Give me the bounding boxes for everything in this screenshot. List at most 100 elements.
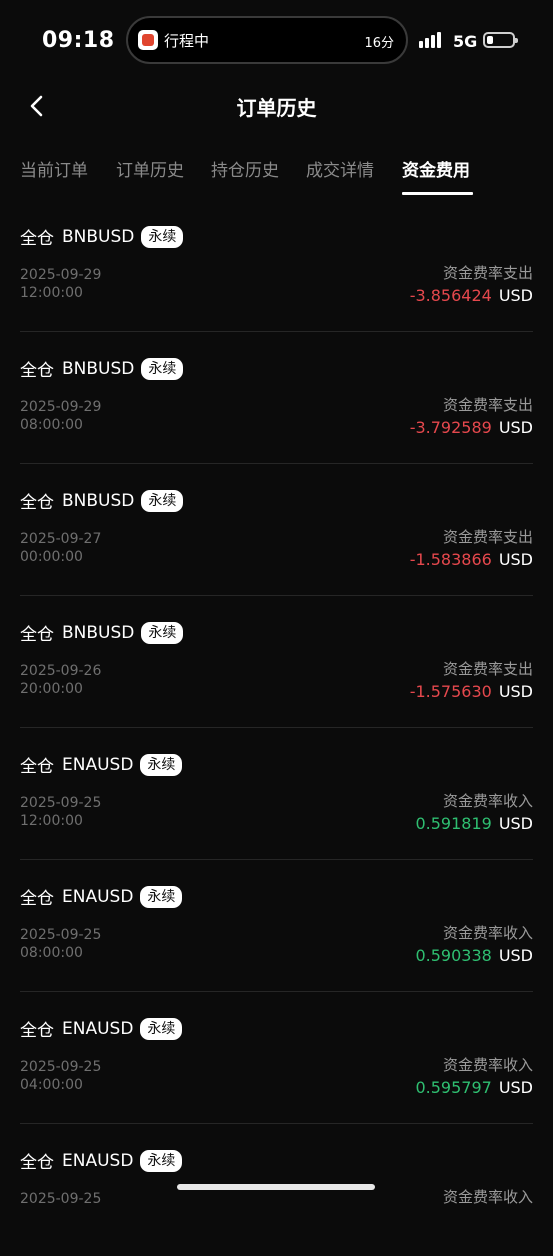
record-datetime: 2025-09-25	[20, 1190, 101, 1208]
list-item[interactable]: 全仓 ENAUSD 永续 2025-09-25 资金费率收入	[0, 1124, 553, 1256]
fee-amount-row: 0.590338 USD	[415, 946, 533, 965]
list-item[interactable]: 全仓 BNBUSD 永续 2025-09-27 00:00:00 资金费率支出 …	[0, 464, 553, 596]
tab-funding-fees[interactable]: 资金费用	[402, 156, 470, 181]
tab-bar: 当前订单 订单历史 持仓历史 成交详情 资金费用	[20, 156, 540, 196]
fee-unit: USD	[498, 1078, 533, 1097]
record-time: 04:00:00	[20, 1077, 83, 1093]
record-time: 20:00:00	[20, 681, 83, 697]
perpetual-badge: 永续	[141, 621, 184, 644]
fee-amount: 0.595797	[415, 1078, 492, 1097]
record-datetime: 2025-09-27 00:00:00	[20, 530, 101, 566]
margin-mode: 全仓	[20, 361, 54, 381]
perpetual-badge: 永续	[140, 885, 183, 908]
network-type: 5G	[453, 32, 478, 51]
live-activity-duration: 16分	[364, 36, 394, 51]
margin-mode: 全仓	[20, 625, 54, 645]
fee-type: 资金费率支出	[442, 528, 533, 546]
fee-unit: USD	[498, 286, 533, 305]
list-item[interactable]: 全仓 ENAUSD 永续 2025-09-25 12:00:00 资金费率收入 …	[0, 728, 553, 860]
fee-type: 资金费率收入	[442, 1056, 533, 1074]
record-date: 2025-09-25	[20, 1191, 102, 1207]
record-time: 00:00:00	[20, 549, 83, 565]
record-datetime: 2025-09-25 08:00:00	[20, 926, 101, 962]
status-time: 09:18	[42, 28, 115, 53]
list-item[interactable]: 全仓 ENAUSD 永续 2025-09-25 08:00:00 资金费率收入 …	[0, 860, 553, 992]
fee-unit: USD	[498, 946, 533, 965]
trip-app-icon	[138, 30, 158, 50]
contract-symbol: ENAUSD	[62, 886, 134, 907]
fee-type: 资金费率支出	[442, 396, 533, 414]
margin-mode: 全仓	[20, 493, 54, 513]
battery-icon	[483, 32, 518, 48]
list-item[interactable]: 全仓 BNBUSD 永续 2025-09-26 20:00:00 资金费率支出 …	[0, 596, 553, 728]
fee-amount: -3.856424	[409, 286, 492, 305]
fee-amount-row: 0.591819 USD	[415, 814, 533, 833]
record-date: 2025-09-27	[20, 531, 102, 547]
contract-symbol: ENAUSD	[62, 1150, 134, 1171]
perpetual-badge: 永续	[141, 357, 184, 380]
record-date: 2025-09-25	[20, 795, 102, 811]
list-item[interactable]: 全仓 BNBUSD 永续 2025-09-29 08:00:00 资金费率支出 …	[0, 332, 553, 464]
live-activity-label: 行程中	[164, 32, 210, 50]
perpetual-badge: 永续	[141, 489, 184, 512]
record-date: 2025-09-29	[20, 399, 102, 415]
contract-symbol: BNBUSD	[62, 490, 135, 511]
tab-current-orders[interactable]: 当前订单	[20, 156, 88, 181]
record-time: 12:00:00	[20, 813, 83, 829]
margin-mode: 全仓	[20, 889, 54, 909]
list-item[interactable]: 全仓 ENAUSD 永续 2025-09-25 04:00:00 资金费率收入 …	[0, 992, 553, 1124]
fee-unit: USD	[498, 418, 533, 437]
fee-amount: -1.575630	[409, 682, 492, 701]
fee-amount-row: -1.575630 USD	[410, 682, 533, 701]
active-tab-indicator	[402, 192, 473, 195]
status-bar: 09:18 行程中 16分 5G	[0, 0, 553, 80]
record-datetime: 2025-09-29 08:00:00	[20, 398, 101, 434]
fee-type: 资金费率收入	[442, 924, 533, 942]
home-indicator[interactable]	[177, 1184, 375, 1190]
record-datetime: 2025-09-25 04:00:00	[20, 1058, 101, 1094]
contract-symbol: BNBUSD	[62, 622, 135, 643]
record-datetime: 2025-09-25 12:00:00	[20, 794, 101, 830]
fee-amount: 0.591819	[415, 814, 492, 833]
record-date: 2025-09-29	[20, 267, 102, 283]
contract-symbol: ENAUSD	[62, 1018, 134, 1039]
fee-unit: USD	[498, 682, 533, 701]
record-time: 08:00:00	[20, 945, 83, 961]
fee-amount-row: -3.792589 USD	[410, 418, 533, 437]
page-title: 订单历史	[236, 96, 317, 120]
list-item[interactable]: 全仓 BNBUSD 永续 2025-09-29 12:00:00 资金费率支出 …	[0, 200, 553, 332]
record-date: 2025-09-25	[20, 1059, 102, 1075]
perpetual-badge: 永续	[140, 1017, 183, 1040]
record-time: 12:00:00	[20, 285, 83, 301]
fee-amount-row: 0.595797 USD	[415, 1078, 533, 1097]
live-activity-pill[interactable]: 行程中 16分	[126, 16, 408, 64]
margin-mode: 全仓	[20, 757, 54, 777]
tab-order-history[interactable]: 订单历史	[116, 156, 184, 181]
contract-symbol: ENAUSD	[62, 754, 134, 775]
fee-unit: USD	[498, 814, 533, 833]
tab-trade-details[interactable]: 成交详情	[306, 156, 374, 181]
perpetual-badge: 永续	[140, 753, 183, 776]
fee-type: 资金费率支出	[442, 660, 533, 678]
contract-symbol: BNBUSD	[62, 358, 135, 379]
record-datetime: 2025-09-29 12:00:00	[20, 266, 101, 302]
fee-type: 资金费率收入	[442, 1188, 533, 1206]
fee-amount-row: -1.583866 USD	[410, 550, 533, 569]
tab-position-history[interactable]: 持仓历史	[211, 156, 279, 181]
perpetual-badge: 永续	[141, 225, 184, 248]
fee-amount: -1.583866	[409, 550, 492, 569]
funding-fee-list: 全仓 BNBUSD 永续 2025-09-29 12:00:00 资金费率支出 …	[0, 200, 553, 1256]
fee-type: 资金费率支出	[442, 264, 533, 282]
record-date: 2025-09-25	[20, 927, 102, 943]
fee-type: 资金费率收入	[442, 792, 533, 810]
record-date: 2025-09-26	[20, 663, 102, 679]
fee-amount: -3.792589	[409, 418, 492, 437]
perpetual-badge: 永续	[140, 1149, 183, 1172]
fee-amount-row: -3.856424 USD	[410, 286, 533, 305]
margin-mode: 全仓	[20, 1153, 54, 1173]
fee-amount: 0.590338	[415, 946, 492, 965]
record-time: 08:00:00	[20, 417, 83, 433]
fee-amount-row	[526, 1210, 533, 1229]
fee-unit: USD	[498, 550, 533, 569]
record-datetime: 2025-09-26 20:00:00	[20, 662, 101, 698]
